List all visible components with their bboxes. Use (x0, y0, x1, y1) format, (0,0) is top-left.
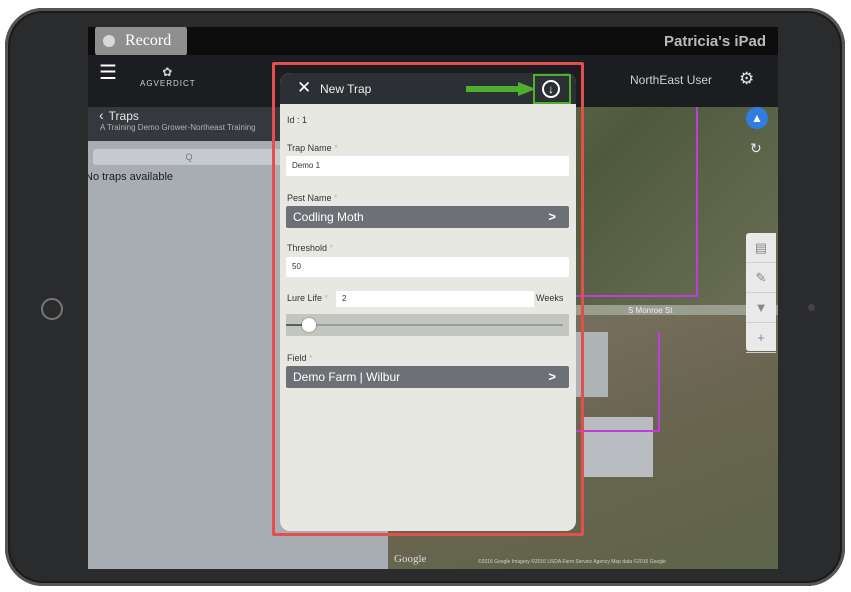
traps-subtitle: A Training Demo Grower-Northeast Trainin… (100, 123, 256, 132)
location-icon[interactable]: ▲ (746, 107, 768, 129)
refresh-icon[interactable]: ↻ (750, 140, 762, 157)
chart-icon[interactable]: ▤ (746, 233, 776, 263)
empty-message: No traps available (88, 171, 174, 183)
status-bar: Record Patricia's iPad (88, 27, 778, 57)
filter-icon[interactable]: ▼ (746, 293, 776, 323)
record-button[interactable]: Record (95, 27, 187, 57)
device-name: Patricia's iPad (664, 33, 766, 50)
user-name[interactable]: NorthEast User (630, 73, 712, 87)
gear-icon[interactable]: ⚙ (739, 69, 754, 89)
edit-icon[interactable]: ✎ (746, 263, 776, 293)
google-logo: Google (394, 553, 427, 565)
map-toolbar: ▤ ✎ ▼ + (746, 233, 776, 353)
highlight-annotation (272, 62, 584, 536)
add-icon[interactable]: + (746, 323, 776, 353)
map-attribution: ©2016 Google Imagery ©2016 USDA Farm Ser… (478, 559, 666, 565)
menu-icon[interactable]: ☰ (99, 63, 117, 83)
camera (808, 304, 815, 311)
search-input[interactable]: Q (93, 149, 285, 165)
home-button[interactable] (41, 298, 63, 320)
logo-icon: ✿ (162, 65, 174, 79)
record-label: Record (125, 32, 172, 49)
back-button[interactable]: ‹ Traps (99, 107, 139, 123)
record-dot-icon (103, 35, 115, 47)
back-label: Traps (108, 109, 139, 123)
app-logo: ✿ AGVERDICT (140, 65, 196, 88)
chevron-left-icon: ‹ (99, 107, 104, 123)
search-icon: Q (185, 152, 193, 162)
road-label: S Monroe St (628, 306, 673, 315)
logo-text: AGVERDICT (140, 79, 196, 88)
